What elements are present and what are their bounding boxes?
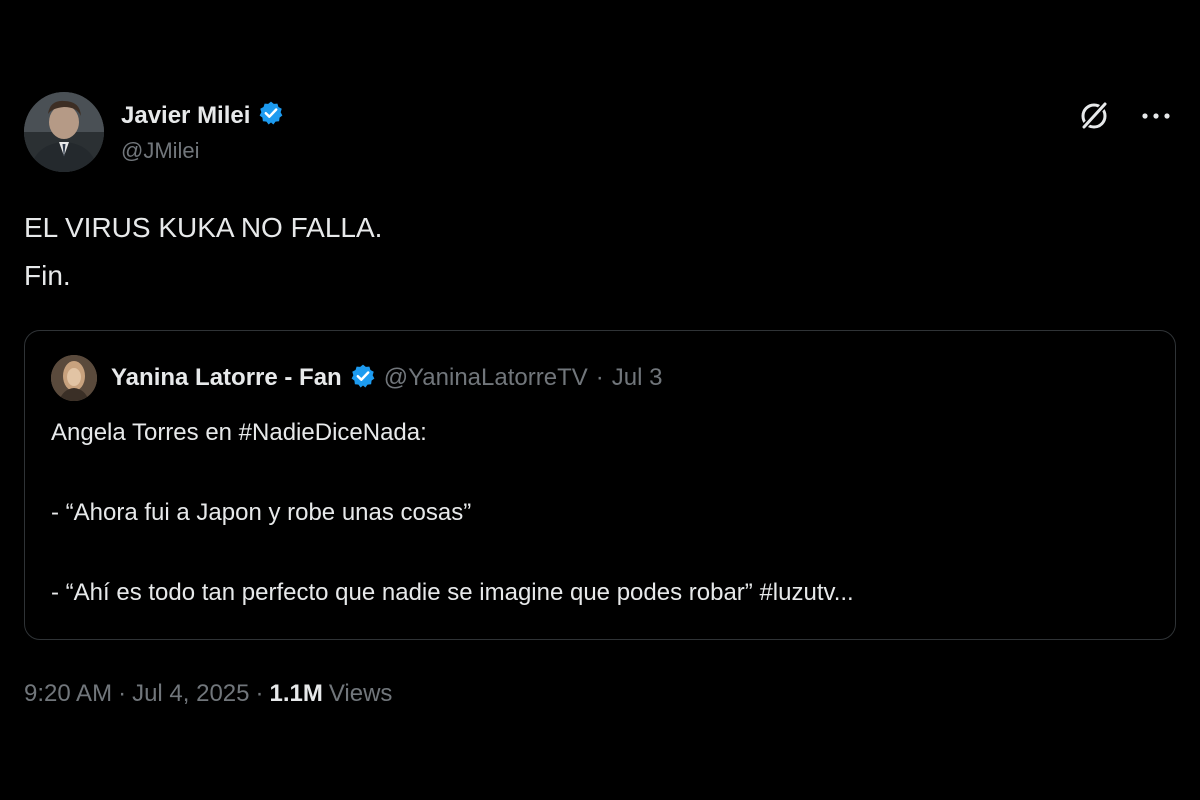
views-count: 1.1M: [269, 680, 323, 707]
tweet-time[interactable]: 9:20 AM: [24, 680, 112, 708]
quoted-text-line: - “Ahí es todo tan perfecto que nadie se…: [51, 579, 854, 606]
verified-badge-icon: [258, 100, 284, 131]
tweet-header: Javier Milei @JMilei: [24, 92, 1176, 176]
tweet-text: EL VIRUS KUKA NO FALLA. Fin.: [24, 204, 1176, 300]
tweet-text-line: EL VIRUS KUKA NO FALLA.: [24, 212, 383, 243]
quoted-separator: ·: [595, 364, 604, 391]
quoted-date[interactable]: Jul 3: [612, 364, 663, 392]
tweet-date[interactable]: Jul 4, 2025: [132, 680, 249, 708]
meta-separator: ·: [255, 680, 264, 707]
quoted-text-line: - “Ahora fui a Japon y robe unas cosas”: [51, 499, 472, 526]
author-name-row: Javier Milei: [121, 100, 284, 131]
quoted-author-avatar[interactable]: [51, 355, 97, 401]
quoted-text-line: Angela Torres en #NadieDiceNada:: [51, 419, 427, 446]
tweet: Javier Milei @JMilei EL VIRUS KUKA NO FA…: [24, 92, 1176, 708]
author-avatar[interactable]: [24, 92, 104, 172]
author-name[interactable]: Javier Milei: [121, 102, 250, 130]
quoted-tweet-text: Angela Torres en #NadieDiceNada: - “Ahor…: [51, 413, 1149, 613]
views-label: Views: [328, 680, 393, 707]
verified-badge-icon: [350, 363, 376, 394]
header-actions: [1074, 96, 1176, 136]
tweet-meta: 9:20 AM · Jul 4, 2025 · 1.1M Views: [24, 680, 1176, 708]
quoted-author-handle[interactable]: @YaninaLatorreTV: [384, 364, 588, 392]
author-handle[interactable]: @JMilei: [121, 138, 200, 164]
tweet-text-line: Fin.: [24, 260, 71, 291]
meta-separator: ·: [118, 680, 127, 707]
grok-icon[interactable]: [1074, 96, 1114, 136]
more-icon[interactable]: [1136, 96, 1176, 136]
quoted-tweet[interactable]: Yanina Latorre - Fan @YaninaLatorreTV · …: [24, 330, 1176, 640]
quoted-author-name[interactable]: Yanina Latorre - Fan: [111, 364, 342, 392]
quoted-tweet-header: Yanina Latorre - Fan @YaninaLatorreTV · …: [51, 353, 1149, 403]
